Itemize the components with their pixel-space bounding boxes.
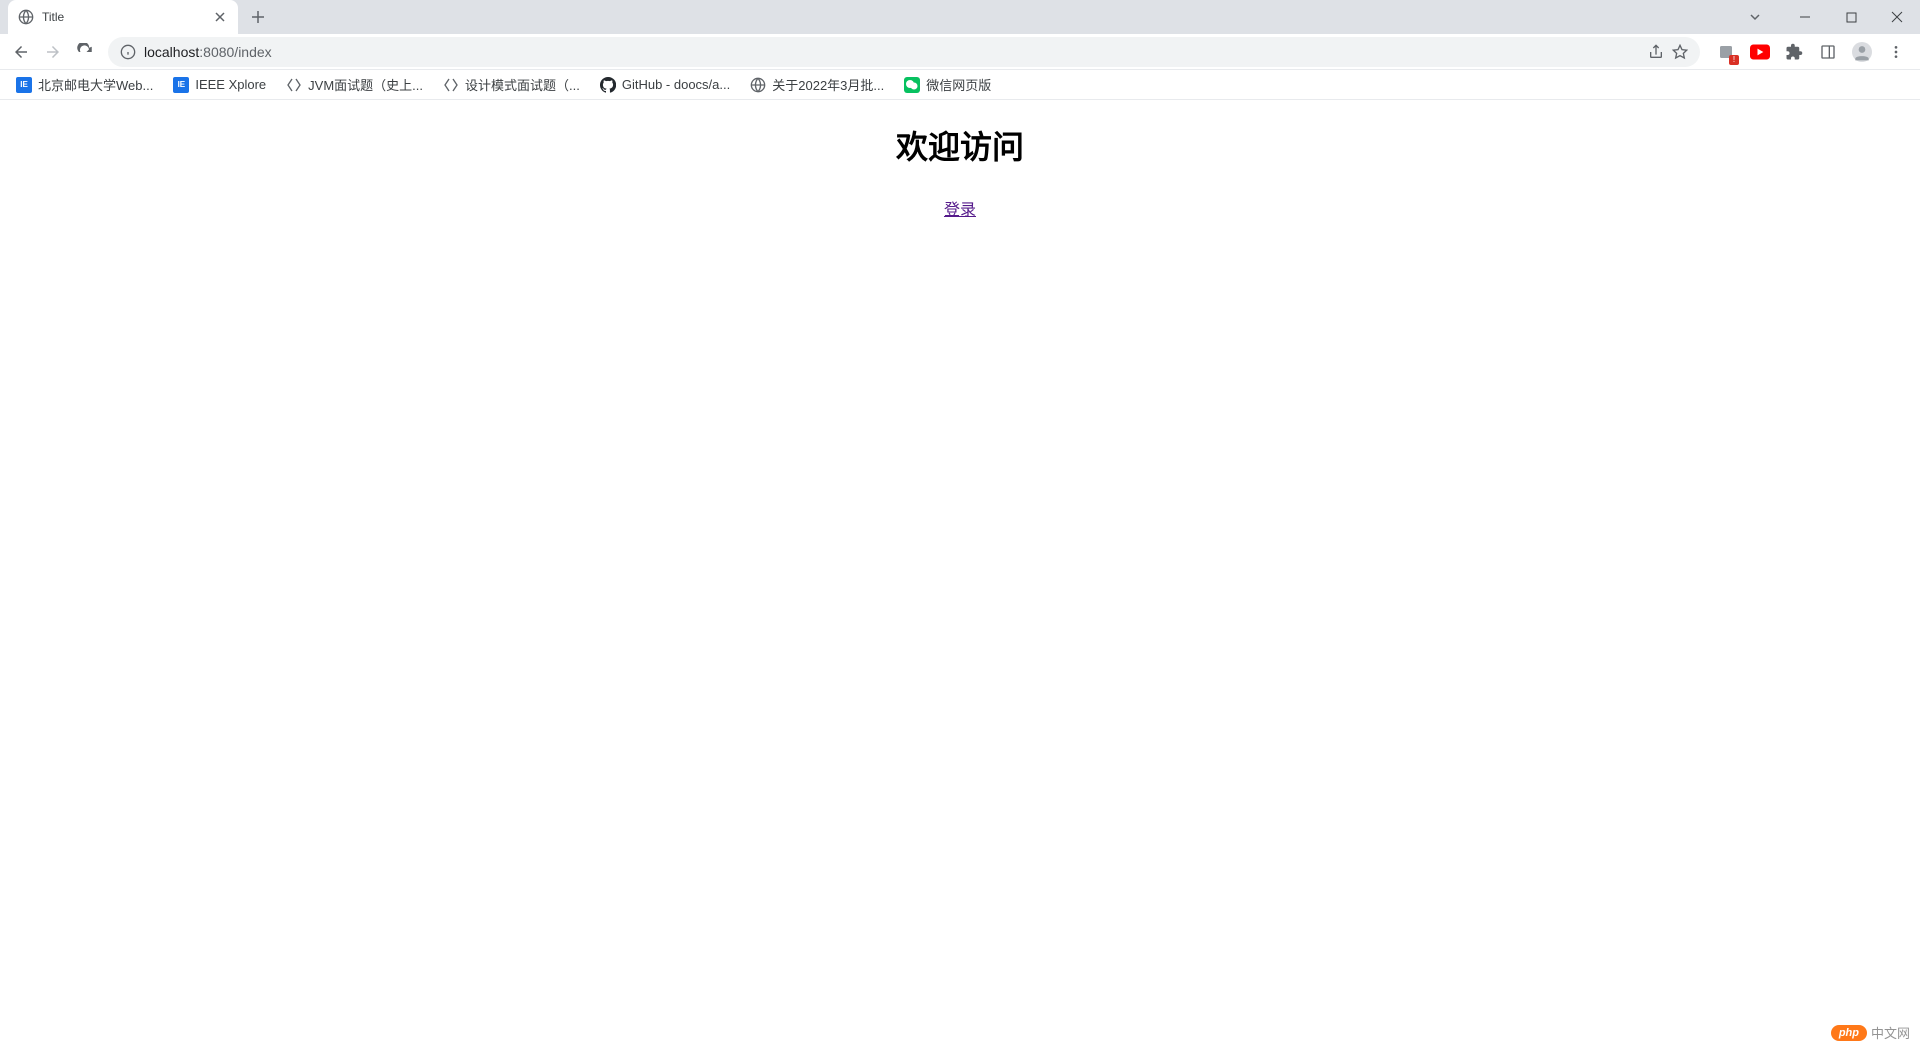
bookmark-label: IEEE Xplore xyxy=(195,77,266,92)
globe-icon xyxy=(750,77,766,93)
url-rest: :8080/index xyxy=(199,44,271,60)
globe-icon xyxy=(18,9,34,25)
minimize-button[interactable] xyxy=(1782,2,1828,32)
bookmarks-bar: IE 北京邮电大学Web... IE IEEE Xplore JVM面试题（史上… xyxy=(0,70,1920,100)
script-icon xyxy=(286,77,302,93)
browser-toolbar: localhost:8080/index ! xyxy=(0,34,1920,70)
address-bar[interactable]: localhost:8080/index xyxy=(108,37,1700,67)
bookmark-star-icon[interactable] xyxy=(1672,44,1688,60)
github-icon xyxy=(600,77,616,93)
reload-button[interactable] xyxy=(70,37,100,67)
bookmark-label: JVM面试题（史上... xyxy=(308,75,423,94)
bookmark-icon: IE xyxy=(173,77,189,93)
search-tabs-button[interactable] xyxy=(1738,2,1772,32)
tab-title: Title xyxy=(42,10,204,24)
sidepanel-icon[interactable] xyxy=(1814,38,1842,66)
page-content: 欢迎访问 登录 php 中文网 xyxy=(0,122,1920,1052)
extensions-puzzle-icon[interactable] xyxy=(1780,38,1808,66)
bookmark-item[interactable]: IE IEEE Xplore xyxy=(165,73,274,97)
close-tab-button[interactable] xyxy=(212,9,228,25)
watermark-text: 中文网 xyxy=(1871,1023,1910,1042)
window-titlebar: Title xyxy=(0,0,1920,34)
page-heading: 欢迎访问 xyxy=(0,122,1920,168)
maximize-button[interactable] xyxy=(1828,2,1874,32)
bookmark-label: GitHub - doocs/a... xyxy=(622,77,730,92)
bookmark-icon: IE xyxy=(16,77,32,93)
url-text: localhost:8080/index xyxy=(144,44,1640,60)
window-controls xyxy=(1738,0,1920,34)
extension-icon[interactable]: ! xyxy=(1712,38,1740,66)
bookmark-item[interactable]: 设计模式面试题（... xyxy=(435,71,588,98)
menu-button[interactable] xyxy=(1882,38,1910,66)
extension-badge-icon: ! xyxy=(1729,55,1739,65)
bookmark-label: 设计模式面试题（... xyxy=(465,75,580,94)
site-info-icon[interactable] xyxy=(120,44,136,60)
bookmark-item[interactable]: 微信网页版 xyxy=(896,71,999,98)
bookmark-item[interactable]: IE 北京邮电大学Web... xyxy=(8,71,161,98)
watermark-badge: php xyxy=(1831,1025,1867,1041)
bookmark-label: 北京邮电大学Web... xyxy=(38,75,153,94)
wechat-icon xyxy=(904,77,920,93)
bookmark-label: 微信网页版 xyxy=(926,75,991,94)
bookmark-item[interactable]: 关于2022年3月批... xyxy=(742,71,892,98)
browser-tab[interactable]: Title xyxy=(8,0,238,34)
bookmark-item[interactable]: JVM面试题（史上... xyxy=(278,71,431,98)
forward-button xyxy=(38,37,68,67)
share-icon[interactable] xyxy=(1648,44,1664,60)
login-link[interactable]: 登录 xyxy=(0,196,1920,220)
youtube-icon[interactable] xyxy=(1746,38,1774,66)
new-tab-button[interactable] xyxy=(244,3,272,31)
bookmark-label: 关于2022年3月批... xyxy=(772,75,884,94)
bookmark-item[interactable]: GitHub - doocs/a... xyxy=(592,73,738,97)
url-host: localhost xyxy=(144,44,199,60)
profile-avatar-icon[interactable] xyxy=(1848,38,1876,66)
watermark: php 中文网 xyxy=(1831,1023,1910,1042)
close-window-button[interactable] xyxy=(1874,2,1920,32)
back-button[interactable] xyxy=(6,37,36,67)
toolbar-actions: ! xyxy=(1708,38,1914,66)
script-icon xyxy=(443,77,459,93)
